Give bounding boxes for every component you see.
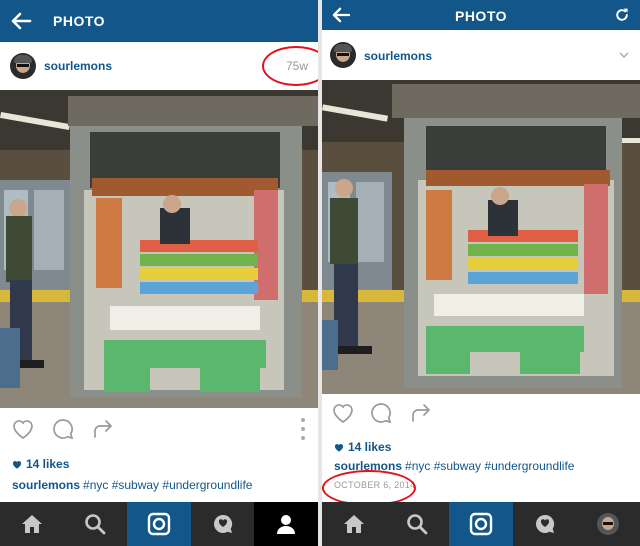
subway-newsstand-photo (0, 90, 318, 408)
home-icon (21, 515, 42, 533)
caption-hashtags[interactable]: #nyc #subway #undergroundlife (83, 478, 252, 492)
page-title: PHOTO (454, 8, 508, 24)
username-link[interactable]: sourlemons (364, 49, 432, 63)
tab-camera[interactable] (127, 502, 191, 546)
dot (301, 436, 305, 440)
post-header: sourlemons 75w (0, 42, 318, 90)
tab-home[interactable] (322, 502, 386, 546)
share-icon (412, 404, 430, 422)
search-icon (407, 514, 428, 535)
search-icon (85, 514, 106, 535)
annotation-circle (262, 46, 318, 86)
post-header: sourlemons (322, 30, 640, 80)
likes-label: 14 likes (348, 440, 392, 454)
tab-camera[interactable] (449, 502, 513, 546)
dot (301, 418, 305, 422)
avatar[interactable] (330, 42, 356, 68)
share-icon (94, 420, 112, 438)
like-button[interactable] (10, 416, 36, 442)
username-link[interactable]: sourlemons (44, 59, 112, 73)
back-button[interactable] (6, 0, 36, 42)
arrow-left-icon (11, 12, 32, 30)
page-title: PHOTO (53, 13, 106, 29)
likes-count[interactable]: 14 likes (334, 440, 391, 454)
app-header: PHOTO (322, 0, 640, 30)
post-actions (322, 398, 640, 428)
activity-icon (535, 514, 554, 533)
subway-newsstand-photo (322, 80, 640, 394)
tab-search[interactable] (386, 502, 450, 546)
dot (301, 427, 305, 431)
comment-button[interactable] (50, 416, 76, 442)
share-button[interactable] (90, 416, 116, 442)
caption: sourlemons #nyc #subway #undergroundlife (12, 478, 252, 492)
bottom-nav (0, 502, 318, 546)
tab-profile[interactable] (576, 502, 640, 546)
home-icon (343, 515, 364, 533)
caption-hashtags[interactable]: #nyc #subway #undergroundlife (405, 459, 574, 473)
camera-icon (469, 512, 493, 536)
bottom-nav (322, 502, 640, 546)
heart-small-icon (12, 460, 22, 469)
profile-icon (277, 515, 296, 534)
refresh-icon (616, 8, 628, 21)
comment-icon (53, 419, 74, 440)
post-photo[interactable] (322, 80, 640, 394)
tab-home[interactable] (0, 502, 64, 546)
post-actions (0, 414, 318, 444)
likes-count[interactable]: 14 likes (12, 457, 69, 471)
tab-search[interactable] (64, 502, 128, 546)
tab-profile[interactable] (254, 502, 318, 546)
chevron-down-icon (619, 52, 629, 58)
share-button[interactable] (408, 400, 434, 426)
heart-icon (333, 404, 353, 424)
activity-icon (213, 514, 232, 533)
refresh-button[interactable] (610, 3, 634, 27)
profile-avatar (597, 513, 620, 535)
camera-icon (147, 512, 171, 536)
left-screenshot: PHOTO sourlemons 75w 14 likes sourlemons… (0, 0, 318, 546)
comment-button[interactable] (368, 400, 394, 426)
more-options-button[interactable] (300, 418, 306, 440)
heart-icon (13, 420, 33, 440)
tab-activity[interactable] (513, 502, 577, 546)
avatar[interactable] (10, 53, 36, 79)
comment-icon (371, 403, 392, 424)
right-screenshot: PHOTO sourlemons 14 likes sourlemons #ny… (322, 0, 640, 546)
caption-username[interactable]: sourlemons (12, 478, 80, 492)
heart-small-icon (334, 443, 344, 452)
app-header: PHOTO (0, 0, 318, 42)
like-button[interactable] (330, 400, 356, 426)
options-dropdown[interactable] (618, 50, 630, 60)
tab-activity[interactable] (191, 502, 255, 546)
post-photo[interactable] (0, 90, 318, 408)
annotation-circle (322, 470, 416, 506)
likes-label: 14 likes (26, 457, 70, 471)
